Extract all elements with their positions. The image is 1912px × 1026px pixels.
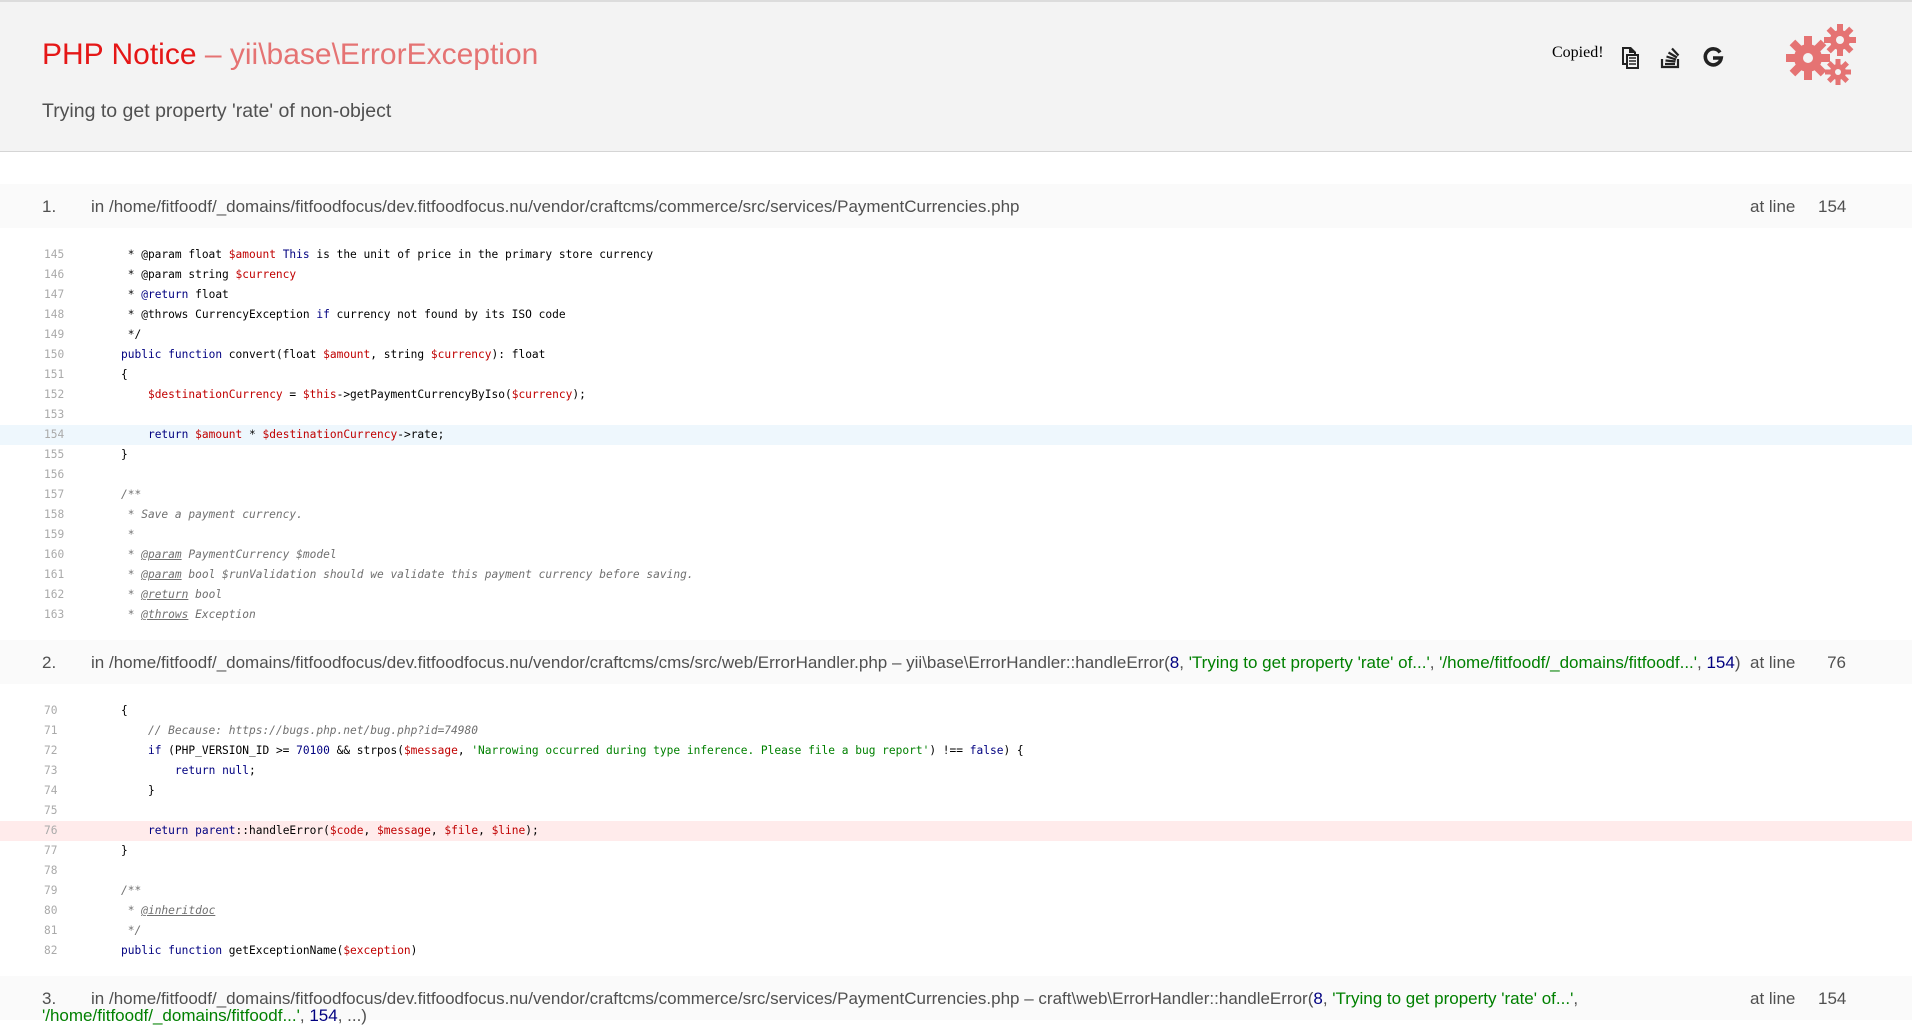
call-location-continued: '/home/fitfoodf/_domains/fitfoodf...', 1… bbox=[42, 1006, 367, 1025]
at-line-label: at line bbox=[1750, 989, 1796, 1008]
code-line: 81 */ bbox=[44, 924, 142, 937]
line-number: 154 bbox=[1818, 989, 1847, 1008]
code-line-highlighted: 154 return $amount * $destinationCurrenc… bbox=[0, 425, 1912, 445]
at-line-label: at line bbox=[1750, 653, 1796, 672]
code-line: 161 * @param bool $runValidation should … bbox=[44, 568, 694, 581]
code-line: 72 if (PHP_VERSION_ID >= 70100 && strpos… bbox=[44, 744, 1024, 757]
title-separator: – bbox=[196, 38, 230, 71]
code-line: 149 */ bbox=[44, 328, 142, 341]
code-line: 158 * Save a payment currency. bbox=[44, 508, 303, 521]
code-line: 74 } bbox=[44, 784, 155, 797]
toolbar: Copied! bbox=[1552, 40, 1740, 74]
error-header: PHP Notice – yii\base\ErrorException Try… bbox=[0, 0, 1912, 152]
code-line: 151{ bbox=[44, 368, 128, 381]
code-line: 147 * @return float bbox=[44, 288, 229, 301]
code-line: 159 * bbox=[44, 528, 135, 541]
call-number: 2. bbox=[42, 653, 57, 672]
code-line: 156 bbox=[44, 468, 65, 481]
code-line: 71 // Because: https://bugs.php.net/bug.… bbox=[44, 724, 478, 737]
code-line: 146 * @param string $currency bbox=[44, 268, 297, 281]
code-line: 155} bbox=[44, 448, 128, 461]
google-icon[interactable] bbox=[1698, 42, 1728, 72]
error-message: Trying to get property 'rate' of non-obj… bbox=[42, 100, 392, 122]
stackoverflow-icon[interactable] bbox=[1656, 42, 1686, 72]
call-number: 1. bbox=[42, 197, 57, 216]
code-line: 148 * @throws CurrencyException if curre… bbox=[44, 308, 566, 321]
code-line: 163 * @throws Exception bbox=[44, 608, 256, 621]
code-line-error: 76 return parent::handleError($code, $me… bbox=[0, 821, 1912, 841]
code-line: 82 public function getExceptionName($exce… bbox=[44, 944, 418, 957]
code-line: 73 return null; bbox=[44, 764, 256, 777]
exception-class: yii\base\ErrorException bbox=[229, 38, 539, 71]
at-line-label: at line bbox=[1750, 197, 1796, 216]
function-name: craft\web\ErrorHandler::handleError( bbox=[1038, 989, 1314, 1008]
call-location: in /home/fitfoodf/_domains/fitfoodfocus/… bbox=[91, 653, 1741, 672]
call-location: in /home/fitfoodf/_domains/fitfoodfocus/… bbox=[91, 197, 1020, 216]
function-name: yii\base\ErrorHandler::handleError( bbox=[906, 653, 1170, 672]
call-stack-item[interactable]: 1. in /home/fitfoodf/_domains/fitfoodfoc… bbox=[0, 184, 1912, 228]
file-path: /home/fitfoodf/_domains/fitfoodfocus/dev… bbox=[108, 653, 888, 672]
code-line: 78 bbox=[44, 864, 58, 877]
code-line: 75 bbox=[44, 804, 58, 817]
copy-icon[interactable] bbox=[1614, 42, 1644, 72]
code-line: 150 public function convert(float $amount… bbox=[44, 348, 546, 361]
code-line: 160 * @param PaymentCurrency $model bbox=[44, 548, 337, 561]
code-line: 79/** bbox=[44, 884, 142, 897]
code-line: 70{ bbox=[44, 704, 128, 717]
error-type: PHP Notice bbox=[42, 38, 197, 71]
code-line: 77} bbox=[44, 844, 128, 857]
copied-label: Copied! bbox=[1552, 44, 1604, 61]
code-line: 152 $destinationCurrency = $this->getPay… bbox=[44, 388, 586, 401]
code-line: 162 * @return bool bbox=[44, 588, 223, 601]
file-path: /home/fitfoodf/_domains/fitfoodfocus/dev… bbox=[108, 197, 1020, 216]
line-number: 76 bbox=[1827, 653, 1846, 672]
call-stack-item[interactable]: 2. in /home/fitfoodf/_domains/fitfoodfoc… bbox=[0, 640, 1912, 684]
code-line: 157/** bbox=[44, 488, 142, 501]
code-line: 153 bbox=[44, 408, 65, 421]
code-line: 80 * @inheritdoc bbox=[44, 904, 216, 917]
page-title: PHP Notice – yii\base\ErrorException bbox=[42, 36, 538, 74]
call-stack-item[interactable]: 3. in /home/fitfoodf/_domains/fitfoodfoc… bbox=[0, 976, 1912, 1025]
code-line: 145 * @param float $amount This is the u… bbox=[44, 248, 654, 261]
line-number: 154 bbox=[1818, 197, 1847, 216]
gears-icon bbox=[1784, 22, 1864, 88]
